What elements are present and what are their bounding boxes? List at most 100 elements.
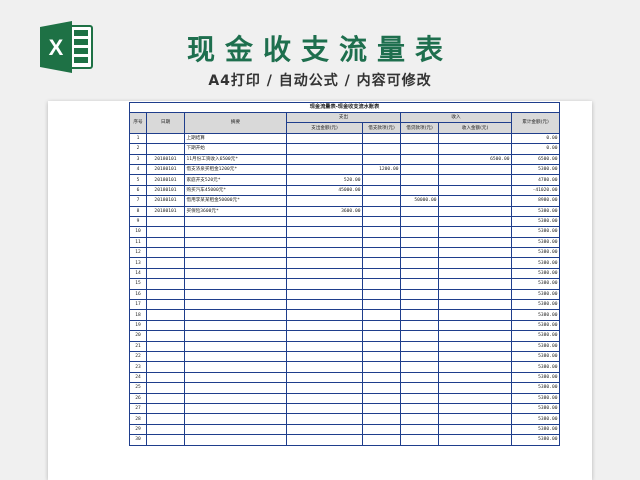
cell-income-amount[interactable] [438, 174, 512, 186]
cell-repay-amount[interactable] [400, 153, 439, 165]
cell-date[interactable]: 20180101 [146, 163, 185, 176]
cell-expense-amount[interactable] [286, 371, 363, 384]
cell-date[interactable] [146, 278, 185, 290]
cell-expense-amount[interactable] [286, 402, 363, 415]
cell-date[interactable] [146, 392, 185, 404]
cell-summary[interactable]: 上期结算 [184, 132, 287, 145]
cell-index[interactable]: 28 [129, 413, 147, 425]
cell-index[interactable]: 22 [129, 350, 147, 363]
cell-balance[interactable]: 5380.00 [511, 340, 560, 353]
cell-balance[interactable]: 5380.00 [511, 434, 560, 446]
cell-expense-amount[interactable] [286, 267, 363, 280]
cell-summary[interactable] [184, 288, 287, 301]
cell-loan-amount[interactable] [362, 215, 401, 228]
cell-index[interactable]: 2 [129, 143, 147, 155]
cell-balance[interactable]: 5380.00 [511, 257, 560, 269]
cell-index[interactable]: 14 [129, 267, 147, 280]
cell-expense-amount[interactable]: 45000.00 [286, 184, 363, 197]
cell-expense-amount[interactable] [286, 330, 363, 342]
cell-balance[interactable]: 5380.00 [511, 205, 560, 217]
cell-expense-amount[interactable] [286, 247, 363, 259]
cell-expense-amount[interactable] [286, 288, 363, 301]
cell-summary[interactable] [184, 402, 287, 415]
cell-index[interactable]: 24 [129, 371, 147, 384]
cell-balance[interactable]: 0.00 [511, 132, 560, 145]
cell-expense-amount[interactable] [286, 299, 363, 311]
cell-income-amount[interactable] [438, 319, 512, 332]
cell-repay-amount[interactable] [400, 371, 439, 384]
cell-repay-amount[interactable] [400, 215, 439, 228]
cell-date[interactable] [146, 371, 185, 384]
cell-expense-amount[interactable]: 520.00 [286, 174, 363, 186]
cell-index[interactable]: 27 [129, 402, 147, 415]
cell-income-amount[interactable] [438, 257, 512, 269]
cell-income-amount[interactable] [438, 267, 512, 280]
cell-summary[interactable]: 11月份工资收入6500元* [184, 153, 287, 165]
cell-income-amount[interactable] [438, 299, 512, 311]
cell-date[interactable] [146, 434, 185, 446]
cell-balance[interactable]: 5380.00 [511, 299, 560, 311]
cell-balance[interactable]: 5380.00 [511, 267, 560, 280]
cell-balance[interactable]: 0.00 [511, 143, 560, 155]
cell-index[interactable]: 13 [129, 257, 147, 269]
cell-loan-amount[interactable] [362, 402, 401, 415]
cell-loan-amount[interactable] [362, 153, 401, 165]
cell-expense-amount[interactable] [286, 309, 363, 321]
cell-balance[interactable]: 5380.00 [511, 319, 560, 332]
cell-date[interactable] [146, 340, 185, 353]
cell-date[interactable] [146, 350, 185, 363]
cell-income-amount[interactable] [438, 350, 512, 363]
cell-date[interactable] [146, 247, 185, 259]
cell-loan-amount[interactable] [362, 423, 401, 436]
cell-index[interactable]: 12 [129, 247, 147, 259]
cell-repay-amount[interactable] [400, 361, 439, 373]
cell-income-amount[interactable] [438, 402, 512, 415]
cell-loan-amount[interactable] [362, 413, 401, 425]
cell-index[interactable]: 6 [129, 184, 147, 197]
cell-expense-amount[interactable] [286, 143, 363, 155]
cell-expense-amount[interactable] [286, 236, 363, 249]
cell-repay-amount[interactable] [400, 392, 439, 404]
cell-date[interactable] [146, 330, 185, 342]
cell-income-amount[interactable] [438, 340, 512, 353]
cell-income-amount[interactable] [438, 288, 512, 301]
cell-summary[interactable] [184, 226, 287, 238]
cell-date[interactable] [146, 319, 185, 332]
cell-expense-amount[interactable] [286, 423, 363, 436]
cell-income-amount[interactable] [438, 163, 512, 176]
cell-index[interactable]: 26 [129, 392, 147, 404]
cell-summary[interactable] [184, 330, 287, 342]
cell-index[interactable]: 25 [129, 382, 147, 394]
cell-summary[interactable] [184, 371, 287, 384]
cell-summary[interactable] [184, 382, 287, 394]
cell-loan-amount[interactable] [362, 247, 401, 259]
cell-summary[interactable] [184, 434, 287, 446]
cell-repay-amount[interactable] [400, 257, 439, 269]
cell-index[interactable]: 16 [129, 288, 147, 301]
cell-balance[interactable]: -41020.00 [511, 184, 560, 197]
cell-expense-amount[interactable] [286, 132, 363, 145]
cell-loan-amount[interactable] [362, 309, 401, 321]
cell-repay-amount[interactable] [400, 340, 439, 353]
cell-summary[interactable]: 借支浓泉买租金1200元* [184, 163, 287, 176]
cell-expense-amount[interactable] [286, 434, 363, 446]
cell-income-amount[interactable] [438, 330, 512, 342]
cell-date[interactable]: 20180101 [146, 174, 185, 186]
cell-index[interactable]: 10 [129, 226, 147, 238]
cell-income-amount[interactable] [438, 215, 512, 228]
cell-expense-amount[interactable] [286, 195, 363, 207]
cell-repay-amount[interactable] [400, 350, 439, 363]
cell-income-amount[interactable] [438, 371, 512, 384]
cell-balance[interactable]: 5380.00 [511, 330, 560, 342]
cell-loan-amount[interactable] [362, 371, 401, 384]
cell-date[interactable]: 20180101 [146, 195, 185, 207]
cell-expense-amount[interactable] [286, 163, 363, 176]
cell-expense-amount[interactable] [286, 257, 363, 269]
cell-date[interactable] [146, 361, 185, 373]
cell-repay-amount[interactable] [400, 205, 439, 217]
cell-repay-amount[interactable] [400, 299, 439, 311]
cell-loan-amount[interactable] [362, 350, 401, 363]
cell-summary[interactable] [184, 423, 287, 436]
cell-expense-amount[interactable] [286, 278, 363, 290]
cell-income-amount[interactable] [438, 413, 512, 425]
